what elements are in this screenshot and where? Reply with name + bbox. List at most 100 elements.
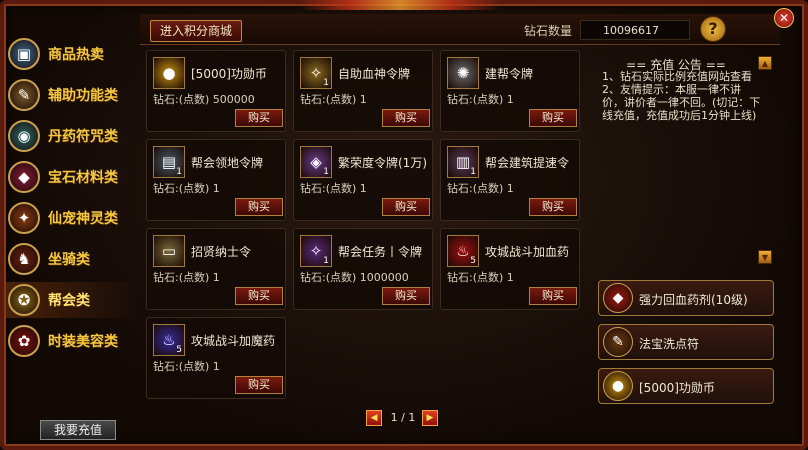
price-value: 1	[212, 360, 220, 373]
help-icon[interactable]: ?	[700, 16, 726, 42]
recharge-button[interactable]: 我要充值	[40, 420, 116, 440]
item-count: 1	[470, 167, 476, 177]
quick-item-label: 强力回血药剂(10级)	[639, 293, 748, 307]
sidebar-item[interactable]: ✿ 时装美容类	[6, 323, 138, 359]
price-label: 钻石:(点数)	[153, 93, 210, 106]
price-label: 钻石:(点数)	[447, 182, 504, 195]
sidebar-item[interactable]: ✪ 帮会类	[6, 282, 138, 318]
item-glyph: ●	[162, 64, 176, 82]
blue-potion-icon: ♨ 5	[153, 324, 185, 356]
next-page-button[interactable]: ▶	[422, 410, 438, 426]
price-label: 钻石:(点数)	[300, 271, 357, 284]
item-glyph: ▭	[161, 242, 177, 260]
recruit-scroll-icon: ▭	[153, 235, 185, 267]
sidebar-item[interactable]: ✎ 辅助功能类	[6, 77, 138, 113]
buy-button[interactable]: 购买	[235, 376, 283, 394]
item-glyph: ▤	[161, 153, 177, 171]
shop-item: ▤ 1 帮会领地令牌 钻石:(点数) 1 购买	[146, 139, 286, 221]
buy-button[interactable]: 购买	[529, 109, 577, 127]
item-price: 钻石:(点数) 1	[153, 269, 220, 285]
item-name: 攻城战斗加魔药	[191, 334, 276, 348]
item-price: 钻石:(点数) 500000	[153, 91, 255, 107]
sidebar-item[interactable]: ◉ 丹药符咒类	[6, 118, 138, 154]
recharge-notice: == 充值 公告 == 1、钻石实际比例充值网站查看 2、友情提示：本服一律不讲…	[596, 52, 780, 270]
item-grid: ● [5000]功勋币 钻石:(点数) 500000 购买 ✧ 1 自助血神令牌 钻石:(点数…	[146, 50, 586, 400]
blood-token-icon: ✧ 1	[300, 57, 332, 89]
item-name: 建帮令牌	[485, 67, 534, 81]
price-label: 钻石:(点数)	[153, 182, 210, 195]
price-value: 1	[359, 182, 367, 195]
item-name: 帮会领地令牌	[191, 156, 264, 170]
buy-button[interactable]: 购买	[382, 109, 430, 127]
notice-line: 1、钻石实际比例充值网站查看	[602, 70, 752, 83]
shop-item: ● [5000]功勋币 钻石:(点数) 500000 购买	[146, 50, 286, 132]
page-indicator: 1 / 1	[390, 411, 416, 424]
item-name: 攻城战斗加血药	[485, 245, 570, 259]
gold-coin-icon: ●	[153, 57, 185, 89]
item-price: 钻石:(点数) 1	[300, 91, 367, 107]
sidebar-item[interactable]: ◆ 宝石材料类	[6, 159, 138, 195]
shop-item: ▥ 1 帮会建筑提速令 钻石:(点数) 1 购买	[440, 139, 580, 221]
price-value: 1	[212, 271, 220, 284]
phoenix-icon: ✦	[8, 202, 40, 234]
item-name: 自助血神令牌	[338, 67, 411, 81]
price-value: 1	[212, 182, 220, 195]
sidebar-item-label: 帮会类	[48, 293, 90, 309]
shop-item: ♨ 5 攻城战斗加血药 钻石:(点数) 1 购买	[440, 228, 580, 310]
buy-button[interactable]: 购买	[529, 198, 577, 216]
item-count: 5	[176, 345, 182, 355]
buy-button[interactable]: 购买	[235, 198, 283, 216]
sidebar-item-label: 丹药符咒类	[48, 129, 118, 145]
item-count: 1	[323, 256, 329, 266]
item-price: 钻石:(点数) 1	[447, 91, 514, 107]
sidebar-item[interactable]: ♞ 坐骑类	[6, 241, 138, 277]
shop-item: ♨ 5 攻城战斗加魔药 钻石:(点数) 1 购买	[146, 317, 286, 399]
quick-item[interactable]: ✎ 法宝洗点符	[598, 324, 774, 360]
item-glyph: ✺	[456, 64, 470, 82]
guild-token-icon: ✺	[447, 57, 479, 89]
sidebar-item-label: 仙宠神灵类	[48, 211, 118, 227]
price-label: 钻石:(点数)	[300, 182, 357, 195]
quick-item[interactable]: ◆ 强力回血药剂(10级)	[598, 280, 774, 316]
price-value: 1	[359, 93, 367, 106]
sidebar-item[interactable]: ▣ 商品热卖	[6, 36, 138, 72]
item-price: 钻石:(点数) 1	[300, 180, 367, 196]
close-icon[interactable]: ✕	[774, 8, 794, 28]
item-glyph: ▥	[455, 153, 471, 171]
shop-item: ▭ 招贤纳士令 钻石:(点数) 1 购买	[146, 228, 286, 310]
buy-button[interactable]: 购买	[235, 109, 283, 127]
price-label: 钻石:(点数)	[153, 271, 210, 284]
category-sidebar: ▣ 商品热卖 ✎ 辅助功能类 ◉ 丹药符咒类 ◆ 宝石材料类 ✦ 仙宠神灵类 ♞ 坐骑类 ✪ 帮会类 ✿ 时装…	[6, 36, 138, 410]
pagination: ◀ 1 / 1 ▶	[366, 410, 440, 426]
quick-item[interactable]: ● [5000]功勋币	[598, 368, 774, 404]
scroll-down-button[interactable]: ▼	[758, 250, 772, 264]
mount-icon: ♞	[8, 243, 40, 275]
item-glyph: ♨	[162, 331, 176, 349]
gold-coin-icon: ●	[603, 371, 633, 401]
talisman-icon: ✎	[603, 327, 633, 357]
buy-button[interactable]: 购买	[235, 287, 283, 305]
item-count: 1	[323, 167, 329, 177]
prev-page-button[interactable]: ◀	[366, 410, 382, 426]
buy-button[interactable]: 购买	[382, 287, 430, 305]
item-name: 繁荣度令牌(1万)	[338, 156, 427, 170]
scroll-up-button[interactable]: ▲	[758, 56, 772, 70]
buy-button[interactable]: 购买	[382, 198, 430, 216]
points-mall-button[interactable]: 进入积分商城	[150, 20, 242, 42]
item-glyph: ♨	[456, 242, 470, 260]
price-label: 钻石:(点数)	[300, 93, 357, 106]
buy-button[interactable]: 购买	[529, 287, 577, 305]
sidebar-item-label: 宝石材料类	[48, 170, 118, 186]
top-ornament	[300, 0, 500, 10]
gem-icon: ◆	[8, 161, 40, 193]
prosperity-token-icon: ◈ 1	[300, 146, 332, 178]
price-value: 1	[506, 182, 514, 195]
item-name: 帮会任务丨令牌	[338, 245, 423, 259]
item-glyph: ✧	[309, 242, 323, 260]
quest-token-icon: ✧ 1	[300, 235, 332, 267]
scroll-icon: ✎	[8, 79, 40, 111]
territory-token-icon: ▤ 1	[153, 146, 185, 178]
sidebar-item[interactable]: ✦ 仙宠神灵类	[6, 200, 138, 236]
item-price: 钻石:(点数) 1	[153, 180, 220, 196]
sidebar-item-label: 坐骑类	[48, 252, 90, 268]
